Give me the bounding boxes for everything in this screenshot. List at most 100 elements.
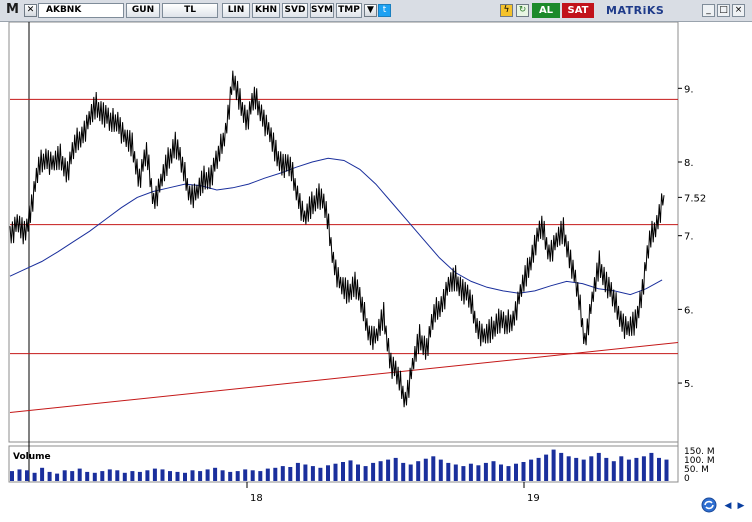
volume-bar: [491, 461, 496, 481]
y-tick-label: 6.: [684, 305, 694, 316]
volume-bar: [664, 459, 669, 481]
x-tick-label: 19: [527, 493, 540, 504]
volume-bar: [10, 471, 14, 481]
button-svd[interactable]: SVD: [282, 3, 308, 18]
volume-bar: [521, 462, 526, 481]
volume-bar: [341, 462, 345, 481]
volume-bar: [453, 464, 458, 481]
volume-bar: [326, 465, 330, 481]
volume-bar: [348, 460, 353, 481]
volume-bar: [25, 470, 29, 481]
volume-bar: [100, 471, 105, 481]
volume-bar: [544, 454, 549, 481]
volume-bar: [62, 470, 67, 481]
volume-bar: [566, 456, 571, 482]
volume-bar: [416, 461, 421, 481]
volume-bar: [657, 457, 661, 481]
volume-bar: [77, 468, 82, 481]
volume-bar: [137, 471, 142, 481]
buy-button[interactable]: AL: [532, 3, 560, 18]
volume-bar: [205, 469, 210, 481]
volume-bar: [468, 463, 473, 481]
volume-bar: [310, 466, 315, 481]
price-panel-frame: [8, 22, 679, 443]
chart-area[interactable]: 5. 6. 7. 8. 9. 7.52 150. M 100. M 50. M0 18 19 V…: [0, 22, 752, 522]
volume-bar: [130, 471, 135, 481]
symbol-field[interactable]: AKBNK: [38, 3, 124, 18]
volume-bar: [333, 463, 338, 481]
matriks-logo: MATRiKS: [606, 4, 665, 17]
volume-bar: [55, 473, 60, 481]
volume-bar: [393, 457, 398, 481]
volume-bar: [604, 457, 609, 481]
volume-bar: [483, 462, 488, 482]
minimize-button[interactable]: _: [702, 4, 715, 17]
sell-button[interactable]: SAT: [562, 3, 594, 18]
volume-bar: [295, 462, 300, 482]
volume-bar: [378, 461, 383, 481]
period-button-gun[interactable]: GUN: [126, 3, 160, 18]
volume-bar: [634, 457, 639, 481]
chart-toolbar: M ✕ AKBNK GUN TL LIN KHN SVD SYM TMP ▼ t…: [0, 0, 752, 22]
currency-button-tl[interactable]: TL: [162, 3, 218, 18]
close-symbol-icon[interactable]: ✕: [24, 4, 37, 17]
volume-bar: [506, 466, 511, 481]
volume-bar: [514, 463, 518, 481]
maximize-button[interactable]: □: [717, 4, 730, 17]
button-sym[interactable]: SYM: [310, 3, 334, 18]
volume-bar: [371, 462, 376, 482]
volume-bar: [213, 467, 218, 481]
y-tick-label: 9.: [684, 84, 694, 95]
volume-bar: [168, 471, 172, 481]
volume-bar: [431, 456, 436, 482]
volume-bar: [280, 466, 285, 481]
volume-bar: [529, 459, 534, 481]
volume-bar: [641, 456, 646, 482]
volume-bar: [258, 471, 263, 481]
x-tick-label: 18: [250, 493, 263, 504]
volume-bar: [551, 449, 556, 481]
volume-bar: [423, 458, 428, 481]
volume-bar: [235, 471, 240, 481]
volume-bar: [40, 467, 45, 481]
volume-bar: [649, 452, 654, 481]
volume-bar: [619, 456, 624, 482]
volume-bar: [85, 471, 90, 481]
volume-bar: [32, 472, 37, 482]
volume-bar: [145, 470, 150, 481]
volume-axis-label: 0: [684, 474, 690, 484]
lightning-icon[interactable]: ϟ: [500, 4, 513, 17]
volume-bar: [386, 459, 391, 481]
volume-bar: [175, 471, 180, 481]
volume-bar: [476, 465, 481, 481]
chart-type-button-khn[interactable]: KHN: [252, 3, 280, 18]
volume-bar: [17, 469, 22, 481]
refresh-icon[interactable]: ↻: [516, 4, 529, 17]
volume-bar: [363, 466, 368, 481]
volume-bar: [589, 456, 594, 482]
volume-bar: [536, 457, 541, 481]
close-button[interactable]: ×: [732, 4, 745, 17]
last-price-label: 7.52: [684, 193, 706, 204]
volume-bar: [446, 462, 451, 482]
price-chart[interactable]: 5.6.7.8.9.7.52 150. M100. M50. M0 18 19 V…: [0, 22, 752, 522]
dropdown-arrow-icon[interactable]: ▼: [364, 4, 377, 17]
volume-bar: [265, 468, 270, 481]
scale-button-lin[interactable]: LIN: [222, 3, 250, 18]
volume-bar: [499, 464, 503, 481]
twitter-icon[interactable]: t: [378, 4, 391, 17]
volume-bar: [559, 452, 564, 481]
y-tick-label: 7.: [684, 232, 694, 243]
volume-bar: [115, 470, 120, 481]
volume-bar: [198, 471, 203, 481]
refresh-chart-icon[interactable]: [700, 496, 718, 514]
template-button-tmp[interactable]: TMP: [336, 3, 362, 18]
volume-bar: [47, 471, 52, 481]
matriks-menu-m[interactable]: M: [6, 2, 19, 17]
volume-bar: [401, 462, 406, 482]
scroll-right-icon[interactable]: ▶: [735, 500, 747, 512]
volume-bar: [122, 472, 127, 482]
scroll-left-icon[interactable]: ◀: [722, 500, 734, 512]
volume-bar: [243, 469, 248, 481]
volume-bar: [220, 470, 225, 481]
